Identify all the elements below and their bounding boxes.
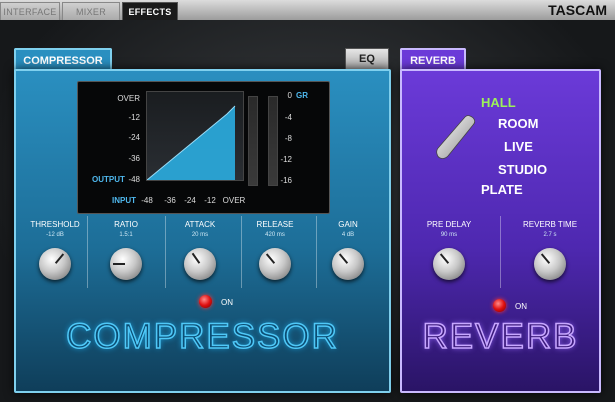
reverb-time-value: 2.7 s bbox=[543, 232, 557, 238]
knob-indicator bbox=[191, 252, 201, 264]
reverb-type-room[interactable]: ROOM bbox=[498, 116, 538, 131]
release-knob[interactable] bbox=[259, 248, 291, 280]
divider bbox=[87, 216, 88, 288]
reverb-type-live[interactable]: LIVE bbox=[504, 139, 533, 154]
divider bbox=[316, 216, 317, 288]
transfer-curve bbox=[147, 105, 236, 180]
reverb-time-label: REVERB TIME bbox=[522, 220, 578, 229]
attack-value: 20 ms bbox=[191, 232, 209, 238]
ratio-knob[interactable] bbox=[110, 248, 142, 280]
threshold-knob[interactable] bbox=[39, 248, 71, 280]
release-label: RELEASE bbox=[256, 220, 294, 229]
tab-effects[interactable]: EFFECTS bbox=[122, 2, 178, 21]
gr-tick-12: -12 bbox=[280, 155, 292, 164]
gain-value: 4 dB bbox=[341, 232, 355, 238]
reverb-type-plate[interactable]: PLATE bbox=[481, 182, 523, 197]
input-level-meter bbox=[248, 96, 258, 186]
reverb-type-selector-lever[interactable] bbox=[434, 112, 478, 162]
knob-indicator bbox=[540, 253, 551, 264]
output-label: OUTPUT bbox=[92, 175, 125, 184]
knob-indicator bbox=[338, 253, 349, 264]
reverb-on-label: ON bbox=[515, 302, 527, 311]
gr-tick-16: -16 bbox=[280, 176, 292, 185]
output-tick-12: -12 bbox=[128, 113, 140, 122]
reverb-type-studio[interactable]: STUDIO bbox=[498, 162, 547, 177]
transfer-curve-graph bbox=[146, 91, 244, 181]
output-tick-over: OVER bbox=[117, 94, 140, 103]
pre-delay-label: PRE DELAY bbox=[426, 220, 472, 229]
compressor-title: COMPRESSOR bbox=[65, 316, 339, 357]
output-tick-24: -24 bbox=[128, 133, 140, 142]
divider bbox=[241, 216, 242, 288]
threshold-label: THRESHOLD bbox=[30, 220, 80, 229]
compressor-on-button[interactable] bbox=[199, 295, 212, 308]
input-label: INPUT bbox=[112, 196, 136, 205]
knob-indicator bbox=[265, 253, 276, 264]
reverb-type-hall[interactable]: HALL bbox=[481, 95, 516, 110]
tab-interface[interactable]: INTERFACE bbox=[0, 2, 60, 21]
gain-label: GAIN bbox=[338, 220, 358, 229]
gr-tick-4: -4 bbox=[284, 113, 292, 122]
divider bbox=[165, 216, 166, 288]
eq-tab[interactable]: EQ bbox=[345, 48, 389, 70]
knob-indicator bbox=[54, 253, 65, 264]
attack-label: ATTACK bbox=[184, 220, 216, 229]
pre-delay-value: 90 ms bbox=[440, 232, 458, 238]
input-tick-12: -12 bbox=[204, 196, 216, 205]
ratio-label: RATIO bbox=[114, 220, 138, 229]
release-value: 420 ms bbox=[265, 232, 285, 238]
reverb-time-knob[interactable] bbox=[534, 248, 566, 280]
reverb-title: REVERB bbox=[422, 316, 579, 357]
threshold-value: -12 dB bbox=[46, 232, 64, 238]
reverb-on-button[interactable] bbox=[493, 299, 506, 312]
brand-logo: TASCAM bbox=[548, 2, 607, 18]
pre-delay-knob[interactable] bbox=[433, 248, 465, 280]
input-tick-over: OVER bbox=[222, 196, 246, 205]
knob-indicator bbox=[113, 263, 125, 265]
ratio-value: 1.5:1 bbox=[119, 232, 133, 238]
gr-tick-8: -8 bbox=[284, 134, 292, 143]
compressor-display: OVER -12 -24 -36 -48 OUTPUT INPUT -48 -3… bbox=[77, 81, 330, 214]
compressor-on-label: ON bbox=[221, 298, 233, 307]
gr-tick-0: 0 bbox=[287, 91, 292, 100]
knob-indicator bbox=[439, 253, 450, 264]
gain-knob[interactable] bbox=[332, 248, 364, 280]
gr-label: GR bbox=[296, 91, 308, 100]
top-tab-bar: INTERFACE MIXER EFFECTS TASCAM bbox=[0, 0, 615, 21]
attack-knob[interactable] bbox=[184, 248, 216, 280]
divider bbox=[500, 216, 501, 288]
tab-mixer[interactable]: MIXER bbox=[62, 2, 120, 21]
output-tick-36: -36 bbox=[128, 154, 140, 163]
input-tick-48: -48 bbox=[141, 196, 153, 205]
gr-meter bbox=[268, 96, 278, 186]
